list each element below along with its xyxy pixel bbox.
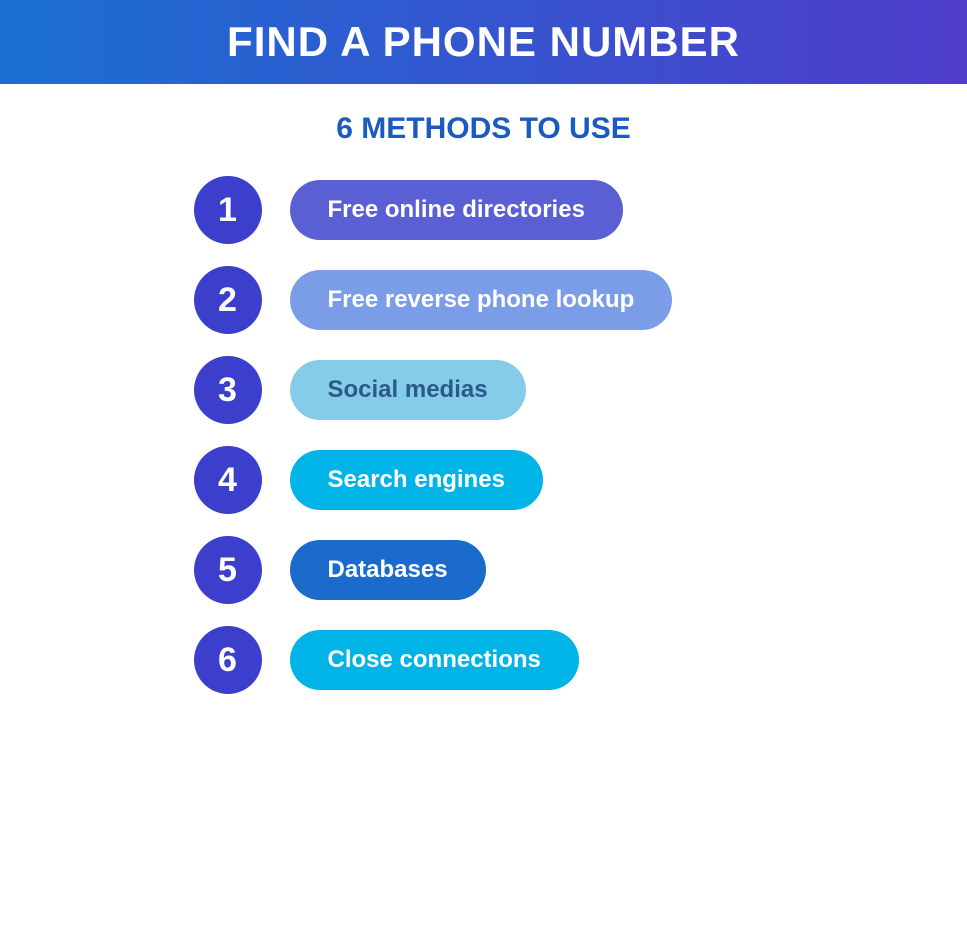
number-circle-3: 3: [194, 356, 262, 424]
method-item-2: 2 Free reverse phone lookup: [194, 266, 834, 334]
method-label-4: Search engines: [290, 450, 543, 510]
method-label-5: Databases: [290, 540, 486, 600]
method-item-4: 4 Search engines: [194, 446, 834, 514]
methods-list: 1 Free online directories 2 Free reverse ph…: [134, 176, 834, 694]
number-circle-2: 2: [194, 266, 262, 334]
method-item-3: 3 Social medias: [194, 356, 834, 424]
method-item-6: 6 Close connections: [194, 626, 834, 694]
method-item-1: 1 Free online directories: [194, 176, 834, 244]
header-banner: FIND A PHONE NUMBER: [0, 0, 967, 84]
page-title: FIND A PHONE NUMBER: [40, 18, 927, 66]
number-circle-6: 6: [194, 626, 262, 694]
method-label-6: Close connections: [290, 630, 579, 690]
method-item-5: 5 Databases: [194, 536, 834, 604]
number-circle-4: 4: [194, 446, 262, 514]
method-label-1: Free online directories: [290, 180, 623, 240]
subtitle: 6 METHODS TO USE: [336, 112, 631, 146]
method-label-3: Social medias: [290, 360, 526, 420]
method-label-2: Free reverse phone lookup: [290, 270, 673, 330]
number-circle-5: 5: [194, 536, 262, 604]
number-circle-1: 1: [194, 176, 262, 244]
